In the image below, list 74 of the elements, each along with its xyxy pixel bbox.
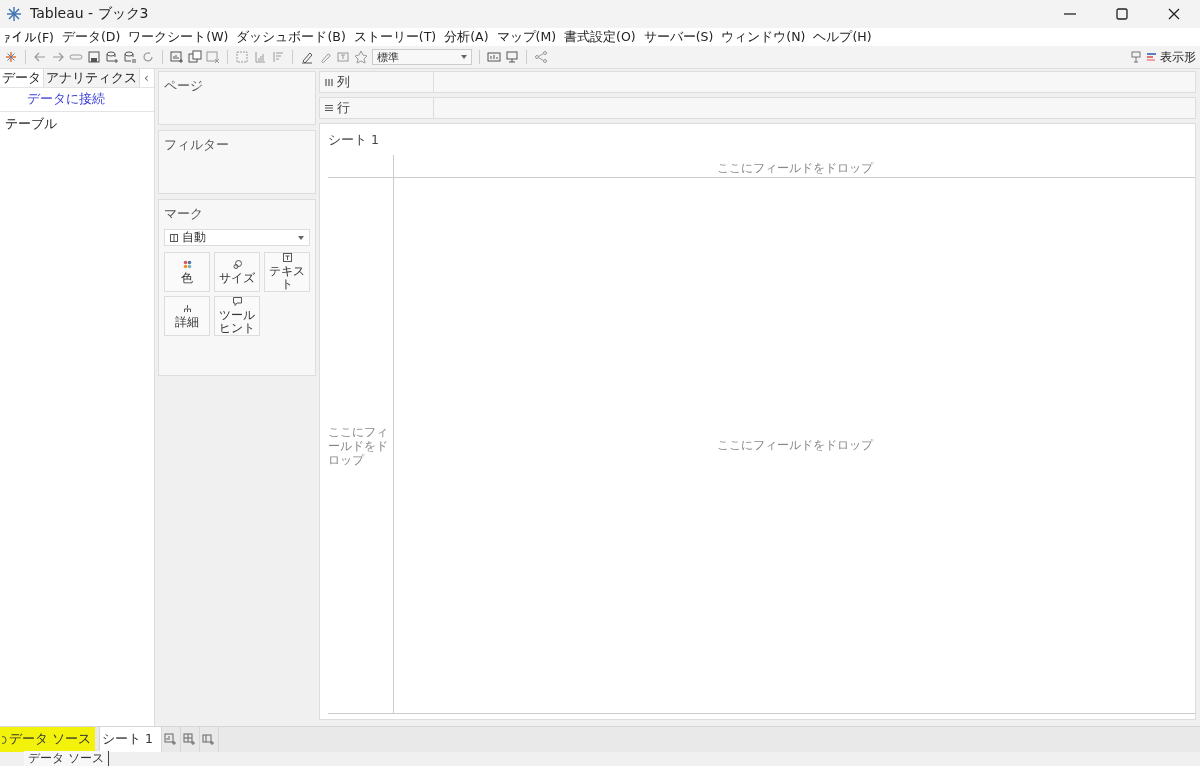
- drop-zone-hint: ここにフィールドをドロップ: [716, 160, 873, 177]
- pane-tab[interactable]: データ: [0, 69, 44, 87]
- new-sheet-icon[interactable]: [170, 50, 184, 64]
- menu-item[interactable]: ウィンドウ(N): [721, 28, 806, 46]
- menu-item[interactable]: マップ(M): [496, 28, 557, 46]
- text-label-icon[interactable]: [336, 50, 350, 64]
- new-data-source-icon[interactable]: [105, 50, 119, 64]
- sheet-tab[interactable]: データ ソース: [0, 727, 100, 752]
- highlight-pen-icon[interactable]: [300, 50, 314, 64]
- menu-item[interactable]: 書式設定(O): [564, 28, 636, 46]
- duplicate-icon[interactable]: [188, 50, 202, 64]
- menu-item[interactable]: ストーリー(T): [353, 28, 437, 46]
- mark-property-button[interactable]: テキスト: [264, 252, 310, 292]
- tooltip: データ ソース: [24, 751, 109, 766]
- sort-descending-icon[interactable]: [271, 50, 285, 64]
- menu-item[interactable]: ダッシュボード(B): [236, 28, 346, 46]
- show-me-button[interactable]: 表示形: [1147, 48, 1196, 66]
- caret-icon: [298, 235, 304, 240]
- tab-label: データ ソース: [9, 731, 91, 748]
- card-title: マーク: [164, 206, 203, 221]
- menu-item[interactable]: ｧイル(F): [4, 29, 54, 45]
- drop-zone-hint: ここにフィールドをドロップ: [328, 424, 389, 467]
- close-icon: [1168, 8, 1180, 20]
- menu-item[interactable]: ワークシート(W): [128, 28, 229, 46]
- shelf-label: 列: [337, 73, 350, 91]
- collapse-button[interactable]: ‹: [144, 71, 149, 85]
- drop-zone-hint: ここにフィールドをドロップ: [716, 437, 873, 454]
- app-logo-icon: [6, 6, 22, 22]
- new-story-icon: [202, 733, 216, 746]
- columns-icon: [325, 78, 333, 86]
- mark-property-button[interactable]: 色: [164, 252, 210, 292]
- detail-tree-icon: [182, 303, 192, 313]
- menu-item[interactable]: データ(D): [61, 28, 121, 46]
- window-title: Tableau - ブック3: [30, 5, 150, 23]
- bar-chart-icon: [1147, 52, 1157, 62]
- rows-icon: [325, 104, 333, 112]
- sort-ascending-icon[interactable]: [253, 50, 267, 64]
- size-circles-icon: [232, 259, 242, 269]
- save-icon[interactable]: [87, 50, 101, 64]
- sheet-title: シート 1: [328, 132, 379, 147]
- menu-item[interactable]: ヘルプ(H): [813, 28, 872, 46]
- mark-property-button[interactable]: サイズ: [214, 252, 260, 292]
- new-dashboard-icon: [183, 733, 197, 746]
- tab-label: シート 1: [102, 731, 153, 748]
- mark-property-button[interactable]: 詳細: [164, 296, 210, 336]
- pane-tab[interactable]: アナリティクス: [44, 69, 140, 87]
- maximize-icon: [1116, 8, 1128, 20]
- menu-item[interactable]: 分析(A): [444, 28, 489, 46]
- sheet-tab[interactable]: シート 1: [100, 727, 162, 752]
- card-title: ページ: [164, 78, 203, 93]
- mark-type-icon: [170, 233, 178, 242]
- back-arrow-icon[interactable]: [33, 50, 47, 64]
- menu-item[interactable]: サーバー(S): [643, 28, 714, 46]
- text-icon: [282, 253, 292, 262]
- section-heading: テーブル: [5, 116, 57, 131]
- refresh-icon[interactable]: [141, 50, 155, 64]
- tableau-logo-icon[interactable]: [4, 50, 18, 64]
- connect-data-link[interactable]: データに接続: [27, 91, 105, 106]
- color-dots-icon: [182, 259, 192, 269]
- presentation-icon[interactable]: [505, 50, 519, 64]
- forward-arrow-icon[interactable]: [51, 50, 65, 64]
- shelf-label: 行: [337, 99, 350, 117]
- new-worksheet-icon: [164, 733, 178, 746]
- card-title: フィルター: [164, 137, 229, 152]
- fit-dropdown[interactable]: 標準: [372, 49, 472, 65]
- share-icon[interactable]: [534, 50, 548, 64]
- shelf[interactable]: 列: [319, 71, 1196, 93]
- show-cards-icon[interactable]: [487, 50, 501, 64]
- speech-bubble-icon: [232, 297, 242, 306]
- mark-type-dropdown[interactable]: 自動: [164, 229, 310, 246]
- shelf[interactable]: 行: [319, 97, 1196, 119]
- caret-icon: [461, 55, 467, 59]
- mark-property-button[interactable]: ツールヒント: [214, 296, 260, 336]
- clear-sheet-icon[interactable]: [206, 50, 220, 64]
